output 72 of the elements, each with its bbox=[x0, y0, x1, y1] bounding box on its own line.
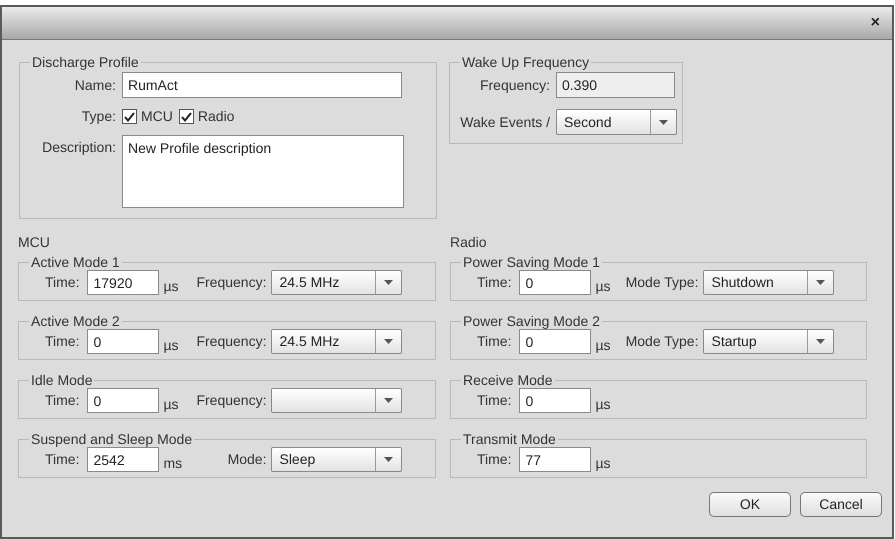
group-legend: Wake Up Frequency bbox=[460, 54, 592, 70]
field-label: Frequency: bbox=[195, 273, 266, 292]
caret-icon bbox=[816, 339, 826, 344]
caret-icon bbox=[384, 398, 394, 403]
field-label: Mode Type: bbox=[624, 273, 698, 292]
field-label: Time: bbox=[477, 450, 512, 469]
check-icon bbox=[124, 112, 135, 122]
caret-icon bbox=[384, 280, 394, 285]
section-heading: Radio bbox=[450, 234, 488, 250]
group-legend: Discharge Profile bbox=[30, 54, 141, 70]
dropdown[interactable]: Shutdown bbox=[703, 270, 834, 295]
unit-label: µs bbox=[162, 395, 180, 414]
field-label: Frequency: bbox=[195, 332, 266, 351]
caret-icon bbox=[384, 457, 394, 462]
field-label: Time: bbox=[477, 273, 512, 292]
unit-label: µs bbox=[162, 277, 180, 296]
unit-label: µs bbox=[594, 454, 612, 473]
group-legend: Active Mode 2 bbox=[29, 313, 122, 329]
field-label: Wake Events / bbox=[459, 112, 550, 132]
field-label: Time: bbox=[45, 450, 80, 469]
dialog-button[interactable]: Cancel bbox=[800, 492, 882, 517]
caret-icon bbox=[384, 339, 394, 344]
checkbox[interactable] bbox=[122, 109, 137, 124]
checkbox[interactable] bbox=[178, 109, 194, 124]
text-field[interactable]: RumAct bbox=[122, 72, 402, 98]
group-legend: Active Mode 1 bbox=[29, 254, 122, 270]
field-label: Frequency: bbox=[195, 391, 266, 410]
field-label: Mode: bbox=[226, 450, 266, 469]
group-legend: Receive Mode bbox=[461, 372, 554, 388]
text-field[interactable]: 77 bbox=[519, 447, 592, 472]
dialog-button[interactable]: OK bbox=[709, 492, 791, 517]
field-label: Time: bbox=[477, 332, 512, 351]
group-legend: Suspend and Sleep Mode bbox=[29, 431, 194, 447]
field-label: Frequency: bbox=[478, 76, 550, 95]
text-field[interactable]: 0 bbox=[87, 329, 160, 354]
dropdown[interactable]: Startup bbox=[703, 329, 834, 354]
section-heading: MCU bbox=[18, 234, 51, 250]
text-field[interactable]: 0 bbox=[519, 329, 592, 354]
group-legend: Power Saving Mode 1 bbox=[461, 254, 602, 270]
dropdown[interactable] bbox=[271, 388, 402, 413]
field-label: MCU bbox=[141, 107, 173, 126]
field-label: Name: bbox=[74, 76, 116, 94]
group-legend: Transmit Mode bbox=[461, 431, 558, 447]
field-label: Radio bbox=[198, 107, 234, 126]
unit-label: ms bbox=[162, 454, 182, 473]
caret-icon bbox=[659, 120, 668, 124]
field-label: Time: bbox=[45, 332, 80, 351]
group-legend: Idle Mode bbox=[29, 372, 94, 388]
field-label: Mode Type: bbox=[624, 332, 698, 351]
dropdown[interactable]: Sleep bbox=[271, 447, 402, 472]
unit-label: µs bbox=[594, 336, 612, 355]
dropdown[interactable]: 24.5 MHz bbox=[271, 270, 402, 295]
close-button[interactable]: × bbox=[870, 15, 880, 31]
dropdown[interactable]: 24.5 MHz bbox=[271, 329, 402, 354]
field-label: Type: bbox=[80, 107, 116, 126]
dropdown[interactable]: Second bbox=[556, 109, 677, 135]
field-label: Time: bbox=[45, 391, 80, 410]
field-label: Time: bbox=[477, 391, 512, 410]
text-field[interactable]: 0 bbox=[519, 388, 592, 413]
field-label: Description: bbox=[41, 138, 116, 157]
unit-label: µs bbox=[162, 336, 180, 355]
check-icon bbox=[180, 112, 192, 122]
text-field[interactable]: 0 bbox=[87, 388, 160, 413]
unit-label: µs bbox=[594, 277, 612, 296]
text-field[interactable]: 2542 bbox=[87, 447, 160, 472]
caret-icon bbox=[816, 280, 826, 285]
text-field[interactable]: 17920 bbox=[87, 270, 160, 295]
unit-label: µs bbox=[594, 395, 612, 414]
field-label: Time: bbox=[45, 273, 80, 292]
description-field[interactable]: New Profile description bbox=[122, 135, 404, 208]
group-legend: Power Saving Mode 2 bbox=[461, 313, 602, 329]
text-field[interactable]: 0 bbox=[519, 270, 592, 295]
